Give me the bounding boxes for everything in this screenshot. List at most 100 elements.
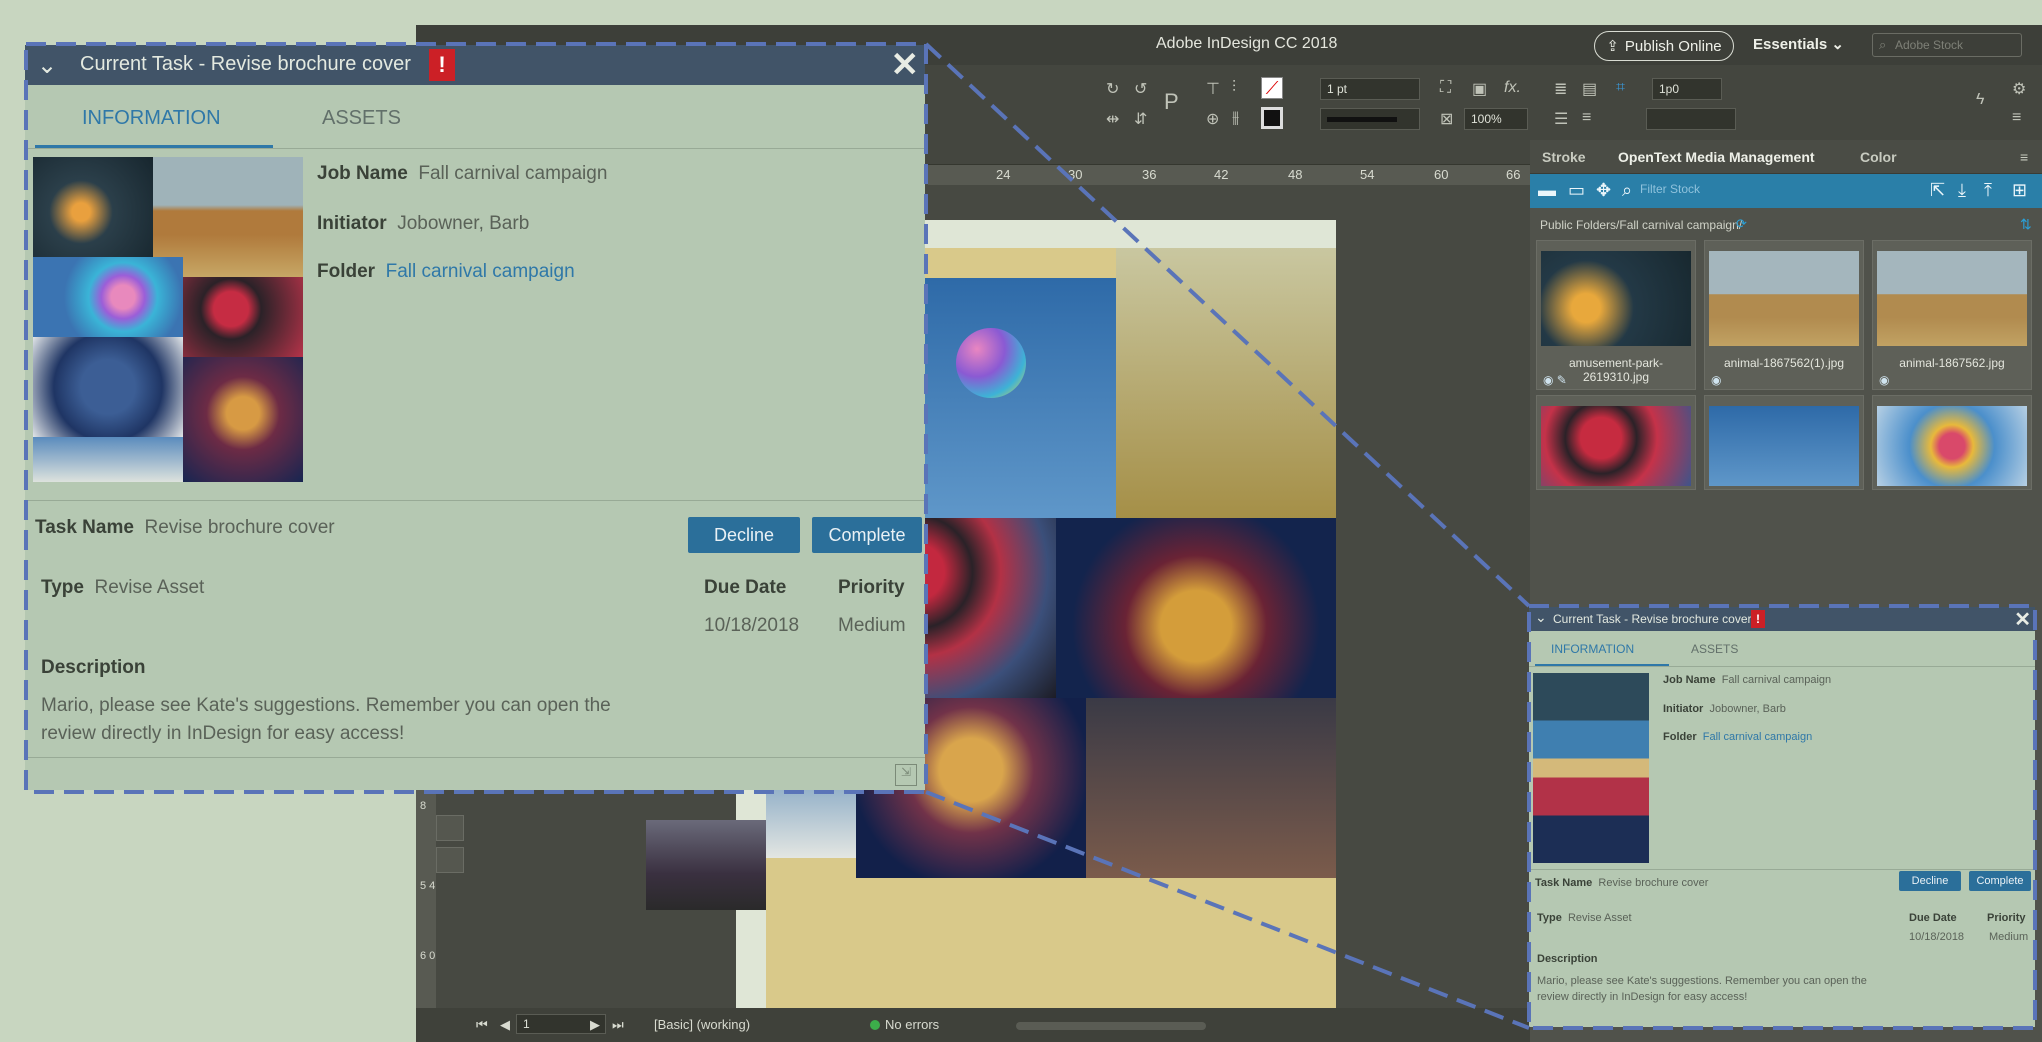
align-top-icon[interactable]: ⊤ [1206, 79, 1220, 99]
task-asset-preview[interactable] [33, 157, 303, 482]
text-wrap-around-icon[interactable]: ▤ [1582, 79, 1597, 99]
task-asset-preview[interactable] [1533, 673, 1649, 863]
effects-icon[interactable]: fx. [1504, 79, 1521, 97]
publish-online-label: Publish Online [1624, 37, 1722, 55]
text-wrap-icon[interactable]: ≣ [1554, 79, 1567, 99]
align-center-icon[interactable]: ⊕ [1206, 109, 1219, 129]
sort-icon[interactable]: ⇅ [2020, 216, 2032, 233]
stroke-weight-field[interactable]: 1 pt [1320, 78, 1420, 100]
tab-information[interactable]: INFORMATION [82, 107, 221, 130]
chevron-down-icon[interactable]: ⌄ [1535, 609, 1547, 626]
scale-icon[interactable]: ⊠ [1440, 109, 1453, 129]
task-panel-docked: ⌄ Current Task - Revise brochure cover !… [1529, 607, 2035, 1027]
tab-stroke[interactable]: Stroke [1542, 149, 1586, 165]
asset-thumbnail[interactable] [1872, 395, 2032, 490]
tool-button[interactable] [436, 815, 464, 841]
lightning-icon[interactable]: ϟ [1976, 91, 1984, 109]
task-name-label: Task Name [35, 517, 134, 538]
download-icon[interactable]: ⤓ [1958, 180, 1966, 201]
tool-button[interactable] [436, 847, 464, 873]
tab-color[interactable]: Color [1860, 149, 1897, 165]
frame-fitting-icon[interactable]: ⛶ [1440, 79, 1451, 97]
tab-information[interactable]: INFORMATION [1551, 642, 1634, 656]
crosshair-icon[interactable]: ✥ [1596, 180, 1611, 201]
adobe-stock-search[interactable]: ⌕ Adobe Stock [1872, 33, 2022, 57]
next-page-icon[interactable]: ▶ [590, 1017, 600, 1033]
select-icon[interactable]: ⇱ [1930, 180, 1945, 201]
asset-thumbnail[interactable]: animal-1867562(1).jpg ◉ [1704, 240, 1864, 390]
filter-input[interactable]: Filter Stock [1640, 182, 1700, 196]
ruler-tick: 48 [1288, 167, 1303, 182]
asset-thumbnail[interactable] [1536, 395, 1696, 490]
close-icon[interactable]: ✕ [891, 45, 920, 85]
divider [1529, 666, 2035, 667]
complete-button[interactable]: Complete [812, 517, 922, 553]
object-style-select[interactable] [1646, 108, 1736, 130]
flip-vertical-icon[interactable]: ⇵ [1134, 109, 1147, 129]
asset-thumbnail[interactable] [1704, 395, 1864, 490]
last-page-icon[interactable]: ⏭ [612, 1017, 624, 1033]
folder-path[interactable]: Public Folders/Fall carnival campaign/ [1540, 218, 1742, 232]
type-label: Type [1537, 912, 1562, 924]
asset-thumbnail[interactable]: amusement-park-2619310.jpg ◉ ✎ [1536, 240, 1696, 390]
folder-link[interactable]: Fall carnival campaign [1703, 731, 1812, 743]
job-name-label: Job Name [1663, 674, 1716, 686]
gear-icon[interactable]: ⚙ [2012, 79, 2026, 99]
fill-black-swatch[interactable] [1261, 107, 1283, 129]
rotate-cw-icon[interactable]: ↻ [1106, 79, 1119, 99]
decline-button[interactable]: Decline [688, 517, 800, 553]
ruler-tick: 66 [1506, 167, 1521, 182]
wrap-options-icon[interactable]: ☰ [1554, 109, 1568, 129]
type-value: Revise Asset [1567, 912, 1632, 924]
tab-assets[interactable]: ASSETS [1691, 642, 1738, 656]
wrap-contour-icon[interactable]: ≡ [1582, 109, 1591, 127]
distribute-icon[interactable]: ⫶ [1232, 79, 1236, 97]
ruler-tick: 60 [1434, 167, 1449, 182]
folder-icon[interactable]: ▬ [1538, 180, 1556, 201]
zoom-field[interactable]: 100% [1464, 108, 1528, 130]
tab-opentext-media-management[interactable]: OpenText Media Management [1618, 149, 1815, 165]
folder-link-icon[interactable]: ▭ [1568, 180, 1585, 201]
preflight-profile[interactable]: [Basic] (working) [654, 1017, 750, 1032]
initiator-value: Jobowner, Barb [397, 213, 530, 234]
drop-shadow-icon[interactable]: ▣ [1472, 79, 1487, 99]
camera-icon: ◉ ✎ [1543, 373, 1567, 387]
add-icon[interactable]: ⊞ [2012, 180, 2027, 201]
distribute-center-icon[interactable]: ⫵ [1232, 109, 1239, 127]
resize-grip-icon[interactable]: ⇲ [895, 764, 917, 786]
initiator-row: Initiator Jobowner, Barb [1663, 703, 1786, 715]
offset-field[interactable]: 1p0 [1652, 78, 1722, 100]
task-panel-zoomed: ⌄ Current Task - Revise brochure cover !… [25, 45, 925, 790]
close-icon[interactable]: ✕ [2014, 607, 2031, 632]
stock-search-placeholder: Adobe Stock [1895, 38, 1964, 52]
thumbnail-image [1709, 251, 1859, 346]
first-page-icon[interactable]: ⏮ [476, 1017, 488, 1033]
decline-button[interactable]: Decline [1899, 871, 1961, 891]
horizontal-scrollbar[interactable] [1016, 1022, 1206, 1030]
asset-thumbnail[interactable]: animal-1867562.jpg ◉ [1872, 240, 2032, 390]
preflight-status[interactable]: No errors [870, 1017, 939, 1032]
flip-horizontal-icon[interactable]: ⇹ [1106, 109, 1119, 129]
upload-icon: ⇪ [1606, 38, 1619, 55]
priority-label: Priority [1987, 912, 2026, 924]
upload-icon[interactable]: ⤒ [1984, 180, 1992, 201]
ruler-tick: 24 [996, 167, 1011, 182]
rotate-ccw-icon[interactable]: ↺ [1134, 79, 1147, 99]
auto-fit-icon[interactable]: ⌗ [1616, 79, 1625, 97]
panel-menu-icon[interactable]: ≡ [2020, 149, 2028, 165]
search-icon[interactable]: ⌕ [1622, 180, 1632, 201]
prev-page-icon[interactable]: ◀ [500, 1017, 510, 1033]
stroke-type-select[interactable] [1320, 108, 1420, 130]
menu-icon[interactable]: ≡ [2012, 109, 2021, 127]
tab-assets[interactable]: ASSETS [322, 107, 401, 130]
thumbnail-image [1877, 406, 2027, 486]
publish-online-button[interactable]: ⇪ Publish Online [1594, 31, 1734, 61]
workspace-switcher[interactable]: Essentials ⌄ [1753, 35, 1844, 53]
complete-button[interactable]: Complete [1969, 871, 2031, 891]
task-header[interactable]: ⌄ Current Task - Revise brochure cover ! [1529, 607, 2035, 631]
task-header[interactable]: ⌄ Current Task - Revise brochure cover ! [25, 45, 925, 85]
folder-link[interactable]: Fall carnival campaign [386, 261, 575, 282]
refresh-icon[interactable]: ⟳ [1736, 216, 1747, 232]
stroke-none-swatch[interactable]: ⟋ [1261, 77, 1283, 99]
chevron-down-icon[interactable]: ⌄ [37, 51, 57, 80]
